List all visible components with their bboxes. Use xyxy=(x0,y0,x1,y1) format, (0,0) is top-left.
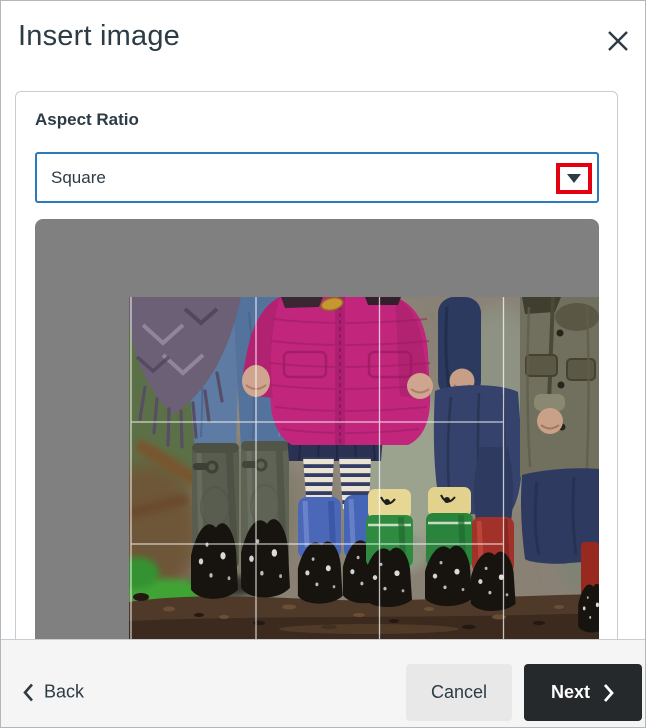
crop-preview-photo[interactable] xyxy=(129,297,599,641)
image-preview-container xyxy=(35,219,599,641)
back-button-label: Back xyxy=(44,681,85,702)
close-icon xyxy=(605,28,631,57)
annotation-highlight-box xyxy=(556,163,592,194)
chevron-right-icon xyxy=(603,683,615,703)
aspect-ratio-label: Aspect Ratio xyxy=(35,110,139,129)
dialog-title: Insert image xyxy=(18,20,180,52)
chevron-left-icon xyxy=(22,682,34,702)
dialog-footer: Back Cancel Next xyxy=(1,639,645,727)
close-button[interactable] xyxy=(602,26,634,58)
aspect-ratio-select[interactable]: Square xyxy=(35,152,599,203)
next-button[interactable]: Next xyxy=(524,664,642,721)
insert-image-dialog: Insert image Aspect Ratio Square Back Ca… xyxy=(0,0,646,728)
cancel-button[interactable]: Cancel xyxy=(406,664,512,721)
cancel-button-label: Cancel xyxy=(430,682,488,702)
back-button[interactable]: Back xyxy=(22,682,84,703)
chevron-down-icon xyxy=(567,174,581,183)
aspect-ratio-selected-value: Square xyxy=(51,167,106,187)
next-button-label: Next xyxy=(550,682,590,702)
content-panel: Aspect Ratio Square xyxy=(15,91,618,653)
preview-photo-svg xyxy=(129,297,599,641)
